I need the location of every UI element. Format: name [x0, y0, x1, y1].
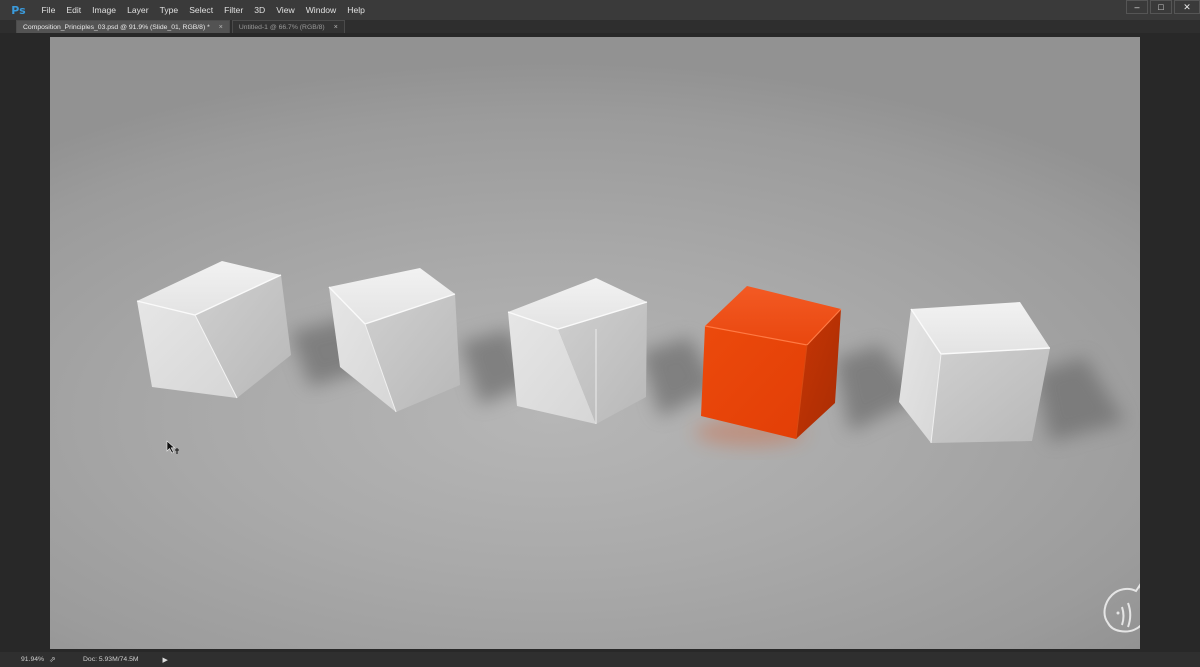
photoshop-logo: Ps — [11, 3, 26, 17]
white-cube-3 — [507, 278, 648, 424]
document-canvas[interactable] — [50, 37, 1140, 649]
tab-untitled-1[interactable]: Untitled-1 @ 66.7% (RGB/8) × — [231, 20, 345, 33]
menu-file[interactable]: File — [36, 5, 61, 15]
menu-image[interactable]: Image — [87, 5, 122, 15]
menu-window[interactable]: Window — [300, 5, 342, 15]
status-menu-arrow-icon[interactable]: ▶ — [163, 656, 168, 664]
menu-bar: Ps File Edit Image Layer Type Select Fil… — [0, 0, 1200, 21]
menu-type[interactable]: Type — [154, 5, 184, 15]
status-bar: 91.94% ⇗ Doc: 5.93M/74.5M ▶ — [0, 652, 1200, 667]
hedgehog-logo-icon — [1103, 583, 1140, 633]
close-button[interactable]: ✕ — [1174, 0, 1200, 14]
menu-select[interactable]: Select — [184, 5, 219, 15]
minimize-button[interactable]: – — [1126, 0, 1148, 14]
menu-help[interactable]: Help — [342, 5, 371, 15]
tab-label: Untitled-1 @ 66.7% (RGB/8) — [238, 23, 325, 31]
export-icon[interactable]: ⇗ — [49, 655, 61, 664]
menu-filter[interactable]: Filter — [219, 5, 249, 15]
orange-cube — [701, 286, 842, 440]
tab-composition-principles[interactable]: Composition_Principles_03.psd @ 91.9% (S… — [16, 20, 230, 33]
document-tab-bar: Composition_Principles_03.psd @ 91.9% (S… — [0, 20, 1200, 33]
white-cube-1 — [136, 261, 291, 399]
menu-layer[interactable]: Layer — [122, 5, 155, 15]
canvas-area — [0, 33, 1200, 652]
doc-size-readout: Doc: 5.93M/74.5M — [83, 656, 139, 663]
window-controls: – □ ✕ — [1124, 0, 1200, 14]
menu-edit[interactable]: Edit — [61, 5, 87, 15]
cube-render — [136, 261, 1140, 633]
tab-close-icon[interactable]: × — [334, 24, 338, 31]
white-cube-2 — [328, 268, 460, 413]
tab-label: Composition_Principles_03.psd @ 91.9% (S… — [23, 23, 210, 31]
tab-close-icon[interactable]: × — [219, 24, 223, 31]
move-cursor-icon — [166, 440, 179, 454]
maximize-button[interactable]: □ — [1150, 0, 1172, 14]
menu-3d[interactable]: 3D — [249, 5, 271, 15]
menu-view[interactable]: View — [271, 5, 300, 15]
zoom-readout[interactable]: 91.94% — [21, 656, 47, 663]
white-cube-5 — [899, 302, 1051, 444]
